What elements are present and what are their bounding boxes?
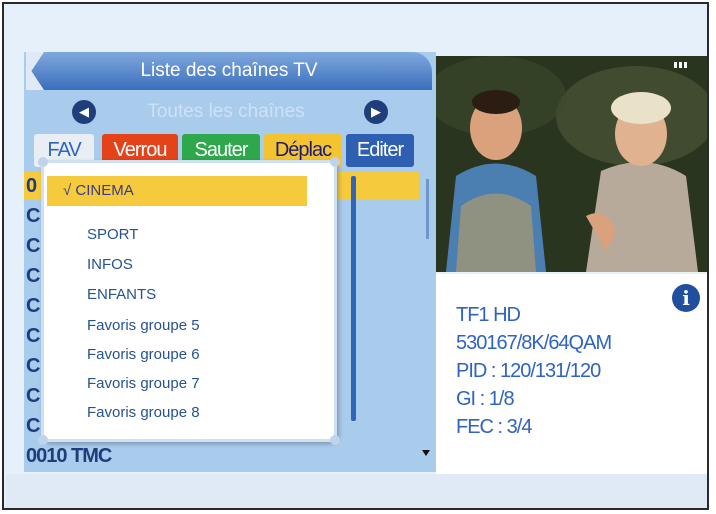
- gi-info: GI : 1/8: [456, 388, 515, 410]
- corner-dot: [38, 157, 48, 167]
- menu-item-favoris-5[interactable]: Favoris groupe 5: [47, 311, 307, 341]
- group-label: Toutes les chaînes: [147, 101, 305, 122]
- favorites-dropdown: √ CINEMA SPORT INFOS ENFANTS Favoris gro…: [38, 157, 356, 445]
- menu-item-favoris-7[interactable]: Favoris groupe 7: [47, 369, 307, 399]
- tv-screen: Liste des chaînes TV ◀ Toutes les chaîne…: [2, 2, 709, 510]
- channel-name: TF1 HD: [456, 304, 521, 326]
- pid-info: PID : 120/131/120: [456, 360, 601, 382]
- menu-item-infos[interactable]: INFOS: [47, 250, 307, 280]
- channel-row[interactable]: 0010 TMC: [24, 442, 419, 470]
- page-title: Liste des chaînes TV: [26, 52, 432, 90]
- corner-dot: [330, 157, 340, 167]
- group-selector[interactable]: ◀ Toutes les chaînes ▶: [26, 94, 432, 130]
- menu-item-favoris-6[interactable]: Favoris groupe 6: [47, 340, 307, 370]
- dropdown-scrollbar[interactable]: [351, 176, 356, 421]
- menu-item-enfants[interactable]: ENFANTS: [47, 280, 307, 310]
- menu-item-sport[interactable]: SPORT: [47, 220, 307, 250]
- scroll-down-icon[interactable]: [422, 450, 430, 456]
- video-frame-image: [436, 56, 707, 272]
- tab-editer[interactable]: Editer: [346, 134, 414, 167]
- corner-dot: [330, 435, 340, 445]
- menu-item-cinema[interactable]: √ CINEMA: [47, 176, 307, 206]
- menu-item-favoris-8[interactable]: Favoris groupe 8: [47, 398, 307, 428]
- channel-info-panel: i TF1 HD 530167/8K/64QAM PID : 120/131/1…: [436, 274, 707, 474]
- video-preview: [436, 56, 707, 272]
- list-scrollbar[interactable]: [426, 179, 429, 239]
- frequency-info: 530167/8K/64QAM: [456, 332, 612, 354]
- fec-info: FEC : 3/4: [456, 416, 532, 438]
- footer-band: [6, 474, 707, 508]
- corner-dot: [38, 435, 48, 445]
- info-icon[interactable]: i: [672, 284, 700, 312]
- right-arrow-icon[interactable]: ▶: [364, 100, 388, 124]
